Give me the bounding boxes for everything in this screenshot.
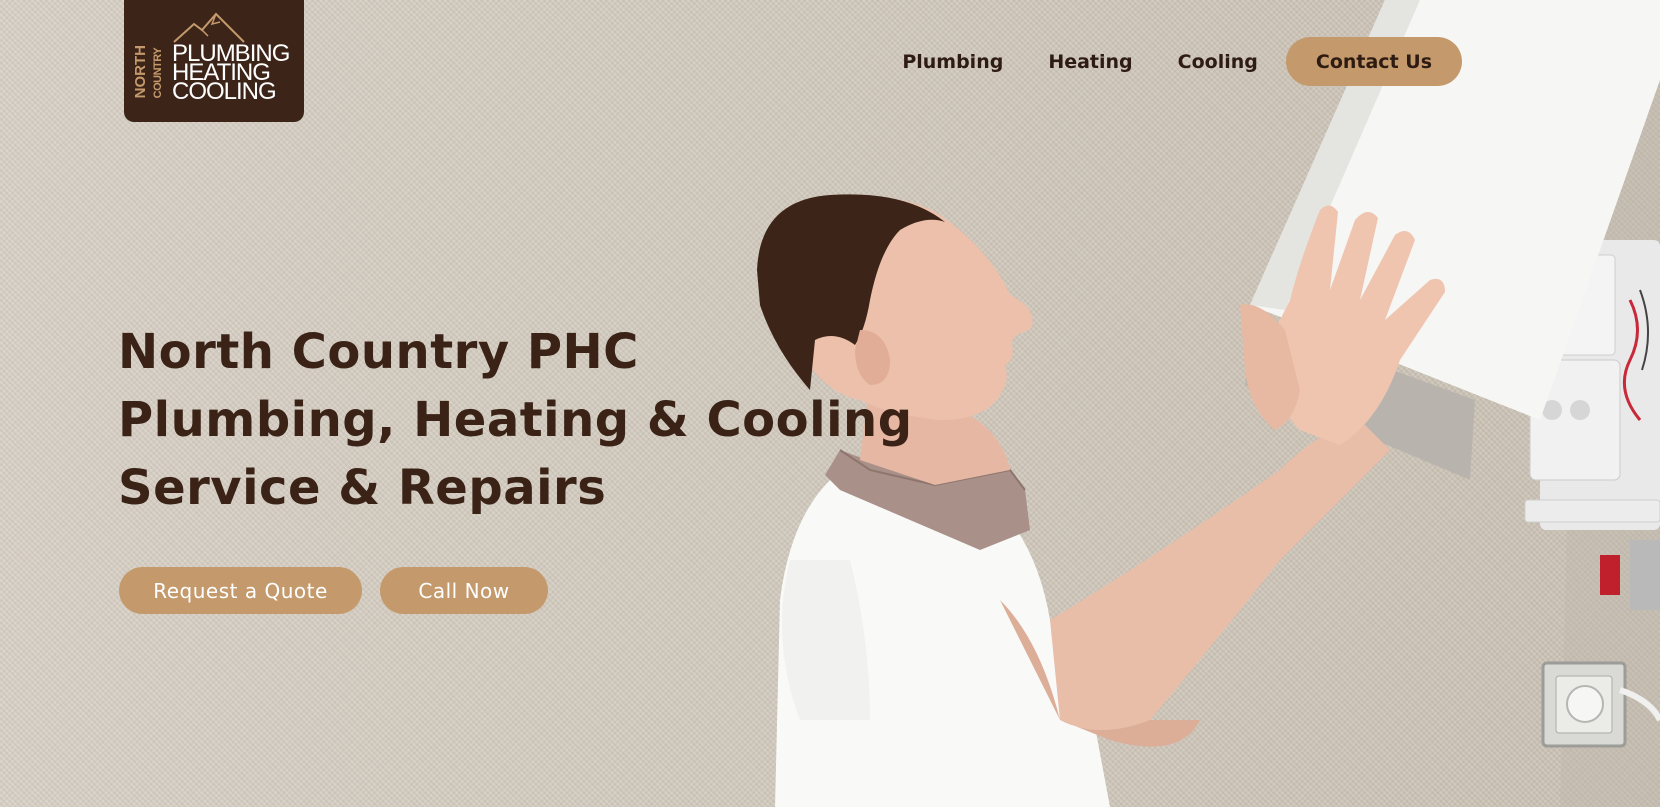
- main-nav: Plumbing Heating Cooling Contact Us: [902, 37, 1462, 86]
- logo-wordmark: PLUMBING HEATING COOLING: [172, 42, 290, 105]
- site-logo[interactable]: NORTH COUNTRY PLUMBING HEATING COOLING: [124, 0, 304, 122]
- nav-link-heating[interactable]: Heating: [1048, 51, 1132, 73]
- hero-title-line-1: North Country PHC: [118, 324, 639, 380]
- logo-word-north: NORTH: [132, 45, 149, 99]
- hero-heading: North Country PHC Plumbing, Heating & Co…: [118, 318, 913, 522]
- nav-link-plumbing[interactable]: Plumbing: [902, 51, 1003, 73]
- contact-us-button[interactable]: Contact Us: [1285, 37, 1462, 86]
- hero-cta-group: Request a Quote Call Now: [119, 567, 548, 614]
- logo-word-country: COUNTRY: [152, 47, 164, 99]
- logo-line-cooling: COOLING: [172, 78, 277, 105]
- mountain-icon: [173, 12, 245, 43]
- request-quote-button[interactable]: Request a Quote: [119, 567, 362, 614]
- call-now-button[interactable]: Call Now: [380, 567, 548, 614]
- nav-link-cooling[interactable]: Cooling: [1178, 51, 1258, 73]
- hero-title-line-3: Service & Repairs: [118, 460, 607, 516]
- logo-side-text: NORTH COUNTRY: [132, 45, 167, 98]
- landing-page: NORTH COUNTRY PLUMBING HEATING COOLING P…: [0, 0, 1660, 807]
- hero-title-line-2: Plumbing, Heating & Cooling: [118, 392, 913, 448]
